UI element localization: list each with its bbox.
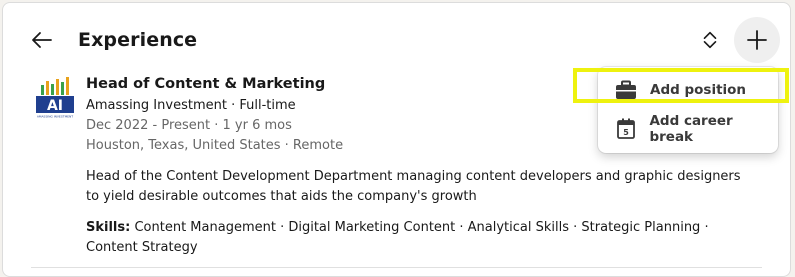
skills-line[interactable]: Skills: Content Management · Digital Mar… (86, 218, 756, 258)
job-title: Head of Content & Marketing (86, 76, 326, 92)
skills-list: Content Management · Digital Marketing C… (86, 220, 709, 255)
svg-text:AMASSING INVESTMENT: AMASSING INVESTMENT (37, 115, 73, 119)
company-employment-type: Amassing Investment · Full-time (86, 98, 296, 113)
company-logo[interactable]: AI AMASSING INVESTMENT (35, 75, 75, 119)
add-button[interactable] (734, 17, 780, 63)
add-position-label: Add position (650, 82, 747, 98)
svg-text:AI: AI (47, 98, 63, 114)
divider (31, 267, 762, 268)
chevron-up-down-icon (703, 31, 717, 49)
reorder-button[interactable] (693, 23, 727, 57)
job-description: Head of the Content Development Departme… (86, 169, 741, 204)
add-position-menu-item[interactable]: Add position (598, 71, 778, 109)
add-career-break-menu-item[interactable]: 5 Add career break (598, 110, 778, 148)
add-dropdown-menu: Add position 5 Add career break (598, 67, 778, 153)
job-location: Houston, Texas, United States · Remote (86, 138, 344, 153)
calendar-icon: 5 (614, 117, 637, 141)
skills-label: Skills: (86, 220, 131, 235)
employment-dates: Dec 2022 - Present · 1 yr 6 mos (86, 118, 292, 133)
arrow-left-icon (32, 32, 52, 48)
svg-text:5: 5 (623, 128, 629, 137)
plus-icon (747, 30, 767, 50)
page-title: Experience (78, 29, 198, 51)
briefcase-icon (614, 78, 638, 102)
add-career-break-label: Add career break (649, 113, 733, 145)
back-button[interactable] (27, 25, 57, 55)
